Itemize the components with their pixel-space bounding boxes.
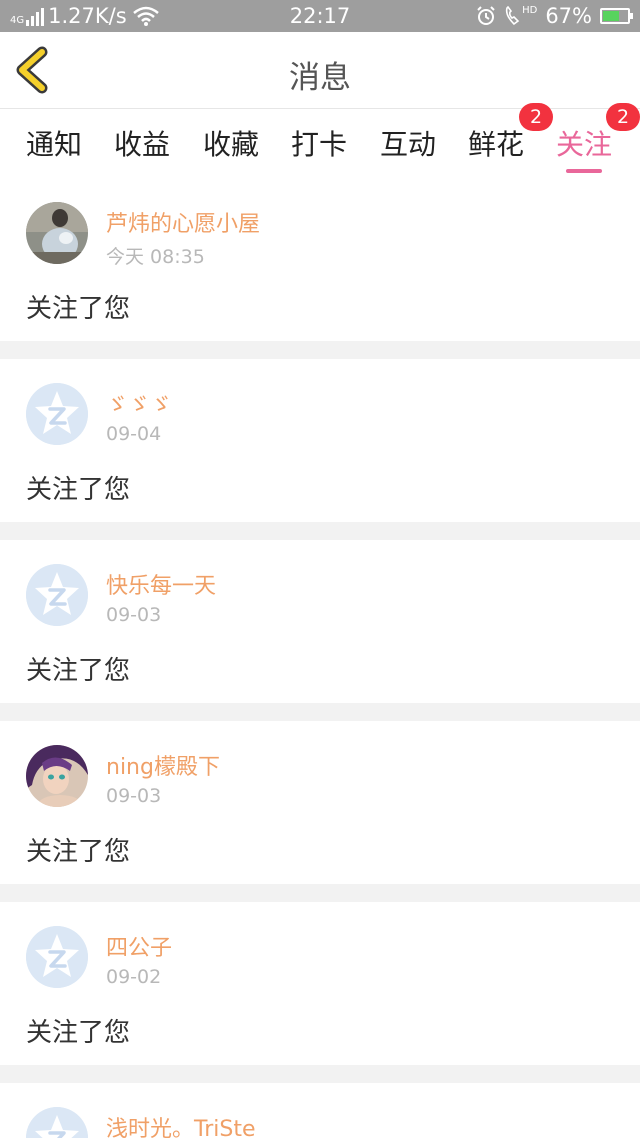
active-tab-indicator [566,169,603,173]
tab-label: 关注 [556,128,613,161]
tab-notifications[interactable]: 通知 [26,123,82,163]
default-avatar-icon [26,1107,88,1138]
hd-label: HD [522,5,538,16]
default-avatar-icon [26,383,88,445]
battery-percent: 67% [545,4,592,28]
list-item[interactable]: 四公子 09-02 关注了您 [0,902,640,1065]
user-name[interactable]: 快乐每一天 [106,568,216,600]
message-text: 关注了您 [26,656,131,686]
message-text: 关注了您 [26,837,131,867]
tab-earnings[interactable]: 收益 [114,123,170,163]
tab-label: 收藏 [203,128,260,161]
call-hd-icon: HD [504,6,537,26]
user-name[interactable]: 浅时光。TriSte [106,1111,256,1138]
timestamp: 09-03 [106,604,162,626]
tab-label: 互动 [380,128,437,161]
user-name[interactable]: ning檬殿下 [106,749,220,781]
tab-label: 收益 [114,128,171,161]
battery-icon [600,8,633,24]
message-text: 关注了您 [26,1018,131,1048]
tab-interaction[interactable]: 互动 [380,123,436,163]
user-name[interactable]: ゞゞゞ [106,387,172,419]
avatar[interactable] [26,383,88,445]
list-item[interactable]: ゞゞゞ 09-04 关注了您 [0,359,640,522]
avatar-photo [26,745,88,807]
avatar[interactable] [26,745,88,807]
timestamp: 09-04 [106,423,162,445]
tab-favorites[interactable]: 收藏 [203,123,259,163]
avatar[interactable] [26,564,88,626]
timestamp: 09-02 [106,966,162,988]
timestamp: 今天 08:35 [106,246,205,268]
list-item[interactable]: 芦炜的心愿小屋 今天 08:35 关注了您 [0,178,640,341]
tab-bar: 通知 收益 收藏 打卡 互动 鲜花 2 关注 2 [0,103,640,178]
tab-follow[interactable]: 关注 [556,123,613,173]
message-text: 关注了您 [26,475,131,505]
flowers-badge: 2 [519,103,553,131]
default-avatar-icon [26,564,88,626]
avatar[interactable] [26,926,88,988]
status-bar-right: HD 67% [476,4,633,28]
tab-label: 通知 [26,128,83,161]
battery-fill [603,11,620,21]
avatar[interactable] [26,1107,88,1138]
tab-label: 鲜花 [468,128,525,161]
list-item[interactable]: 浅时光。TriSte [0,1083,640,1138]
avatar-photo [26,202,88,264]
message-text: 关注了您 [26,294,131,324]
header: 消息 [0,32,640,109]
alarm-icon [477,6,495,25]
user-name[interactable]: 芦炜的心愿小屋 [106,206,260,238]
status-bar: 4G 1.27K/s 22:17 HD 67% [0,0,640,32]
follow-badge: 2 [606,103,640,131]
user-name[interactable]: 四公子 [106,930,172,962]
page-title: 消息 [289,60,351,96]
tab-label: 打卡 [291,128,348,161]
avatar[interactable] [26,202,88,264]
default-avatar-icon [26,926,88,988]
timestamp: 09-03 [106,785,162,807]
list-item[interactable]: 快乐每一天 09-03 关注了您 [0,540,640,703]
tab-flowers[interactable]: 鲜花 [468,123,524,163]
tab-checkin[interactable]: 打卡 [291,123,347,163]
list-item[interactable]: ning檬殿下 09-03 关注了您 [0,721,640,884]
